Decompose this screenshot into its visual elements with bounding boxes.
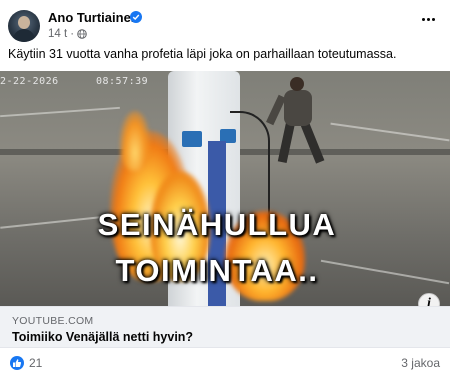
post-time[interactable]: 14 t [48,28,67,40]
overlay-caption-line1: SEINÄHULLUA [97,207,337,242]
cctv-time: 08:57:39 [96,76,149,87]
person-figure [266,77,340,172]
fire-flame [120,111,150,171]
more-options-icon[interactable] [420,16,436,22]
author-name[interactable]: Ano Turtiainen [48,10,139,25]
cctv-date: 2-22-2026 [0,76,59,87]
like-icon[interactable] [10,356,24,370]
road-marking [0,106,120,118]
facebook-post: Ano Turtiainen 14 t · Käytiin 31 vuotta … [0,0,450,378]
post-meta: 14 t · [48,28,87,40]
reaction-count[interactable]: 21 [29,356,42,370]
post-text: Käytiin 31 vuotta vanha profetia läpi jo… [8,47,397,61]
author-avatar[interactable] [8,10,40,42]
avatar-head [18,16,30,29]
meta-separator: · [70,28,75,40]
overlay-caption-line2: TOIMINTAA.. [115,253,319,288]
verified-badge-icon [130,11,142,23]
avatar-body [13,29,35,42]
road-marking [330,122,450,142]
link-preview-image[interactable]: 2-22-2026 08:57:39 SEINÄHULLUA TOIMINTAA… [0,71,450,306]
globe-icon [77,29,87,39]
link-title[interactable]: Toimiiko Venäjällä netti hyvin? [12,330,193,344]
share-count[interactable]: 3 jakoa [401,356,440,370]
link-domain: YOUTUBE.COM [12,315,94,327]
link-info-bar[interactable]: YOUTUBE.COM Toimiiko Venäjällä netti hyv… [0,306,450,348]
